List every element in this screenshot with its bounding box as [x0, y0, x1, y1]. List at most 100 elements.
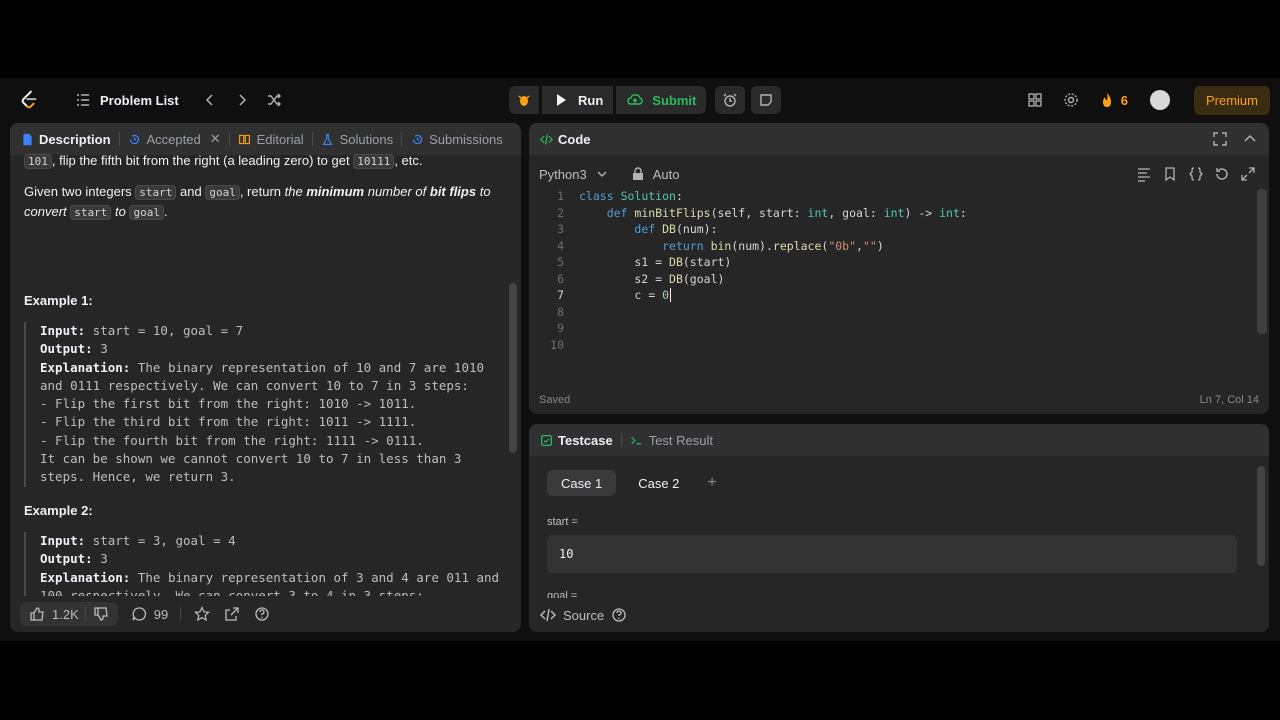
problem-list-label: Problem List [100, 92, 179, 108]
testcase-scrollbar[interactable] [1257, 466, 1265, 566]
shuffle-icon[interactable] [265, 91, 283, 109]
share-icon[interactable] [223, 605, 241, 623]
case-2-tab[interactable]: Case 2 [624, 470, 693, 496]
tab-description[interactable]: Description [20, 132, 111, 147]
saved-status: Saved [539, 394, 571, 406]
layout-grid-icon[interactable] [1026, 91, 1044, 109]
streak-count: 6 [1120, 92, 1128, 108]
code-line: 4 return bin(num).replace("0b","") [529, 239, 1257, 256]
divider [180, 607, 182, 621]
example-1-title: Example 1: [24, 292, 93, 308]
code-editor[interactable]: 1 class Solution: 2 def minBitFlips(self,… [529, 189, 1257, 379]
description-text: bit flips [429, 183, 477, 199]
testcase-panel: Testcase Test Result Case 1 Case 2 + sta… [529, 424, 1269, 632]
history-icon [410, 132, 424, 146]
close-icon[interactable]: ✕ [210, 131, 221, 147]
debug-button[interactable] [509, 86, 539, 114]
tab-description-label: Description [39, 131, 111, 147]
line-number: 9 [557, 321, 564, 335]
language-label: Python3 [539, 166, 587, 182]
comments-button[interactable]: 99 [130, 605, 168, 623]
tab-divider [620, 433, 622, 447]
source-button[interactable]: Source [563, 608, 604, 623]
tab-test-result[interactable]: Test Result [630, 433, 713, 448]
description-panel: Description Accepted ✕ Editorial Solutio… [10, 123, 521, 632]
chevron-left-icon[interactable] [201, 91, 219, 109]
description-text: . [163, 204, 168, 219]
line-number: 1 [557, 189, 564, 203]
leetcode-logo-icon[interactable] [18, 89, 40, 111]
braces-icon[interactable] [1187, 165, 1205, 183]
description-paragraph: Given two integers start and goal, retur… [24, 182, 505, 223]
reset-icon[interactable] [1213, 165, 1231, 183]
tab-code-label: Code [558, 131, 591, 147]
code-line: 1 class Solution: [529, 189, 1257, 206]
description-scrollbar[interactable] [509, 283, 517, 453]
avatar[interactable] [1149, 90, 1170, 110]
tab-editorial[interactable]: Editorial [238, 132, 304, 147]
tab-submissions[interactable]: Submissions [410, 132, 503, 147]
star-icon[interactable] [193, 605, 211, 623]
list-icon [74, 91, 92, 109]
case-1-tab[interactable]: Case 1 [547, 470, 617, 496]
source-bar: Source [529, 598, 1269, 632]
problem-list-button[interactable]: Problem List [74, 91, 179, 109]
example-2-block: Input: start = 3, goal = 4 Output: 3 Exp… [24, 532, 505, 596]
example-output: 3 [92, 551, 108, 567]
chevron-right-icon[interactable] [233, 91, 251, 109]
chevron-up-icon[interactable] [1241, 130, 1259, 148]
submit-button[interactable]: Submit [616, 86, 707, 114]
like-button[interactable]: 1.2K [20, 602, 118, 626]
description-text: to [111, 204, 130, 219]
auto-mode[interactable]: Auto [629, 165, 679, 183]
top-nav: Problem List Run Submit 6 Premium [0, 78, 1280, 122]
code-line: 9 [529, 321, 1257, 338]
description-text: number of [364, 183, 430, 199]
code-line-text: s2 = DB(goal) [579, 271, 725, 286]
like-count: 1.2K [52, 606, 79, 622]
format-icon[interactable] [1135, 165, 1153, 183]
line-number: 4 [557, 238, 564, 253]
editor-scrollbar[interactable] [1257, 189, 1267, 334]
code-line: 5 s1 = DB(start) [529, 255, 1257, 272]
description-text: minimum [306, 183, 365, 199]
notes-button[interactable] [751, 86, 782, 114]
code-icon [539, 132, 553, 146]
example-explanation-label: Explanation: [40, 569, 131, 585]
checkbox-icon [539, 433, 553, 447]
language-select[interactable]: Python3 [539, 165, 611, 183]
code-line-text: c = 0 [579, 288, 672, 302]
description-text: the [284, 183, 307, 199]
run-button[interactable]: Run [542, 86, 614, 114]
comment-icon [130, 605, 148, 623]
example-input-label: Input: [40, 533, 86, 549]
start-input[interactable]: 10 [547, 535, 1237, 573]
line-number: 3 [557, 222, 564, 236]
example-explanation: The binary representation of 10 and 7 ar… [40, 359, 485, 485]
tab-accepted[interactable]: Accepted ✕ [128, 131, 221, 147]
tab-test-result-label: Test Result [648, 432, 713, 448]
line-number: 7 [557, 288, 564, 302]
help-icon[interactable] [253, 605, 271, 623]
expand-icon[interactable] [1239, 165, 1257, 183]
thumbs-down-icon[interactable] [92, 605, 110, 623]
alarm-clock-icon [722, 91, 738, 109]
streak-counter[interactable]: 6 [1098, 91, 1128, 109]
tab-testcase[interactable]: Testcase [539, 433, 613, 448]
premium-button[interactable]: Premium [1193, 85, 1270, 115]
inline-code: start [135, 184, 177, 200]
tab-submissions-label: Submissions [429, 131, 503, 147]
fullscreen-icon[interactable] [1211, 130, 1229, 148]
tab-code[interactable]: Code [539, 132, 591, 147]
start-label: start = [547, 516, 578, 528]
tab-solutions[interactable]: Solutions [321, 132, 393, 147]
add-case-button[interactable]: + [701, 470, 722, 496]
help-icon[interactable] [610, 606, 628, 624]
gear-icon[interactable] [1062, 91, 1080, 109]
terminal-icon [630, 433, 644, 447]
bookmark-icon[interactable] [1161, 165, 1179, 183]
example-output: 3 [92, 341, 108, 357]
timer-button[interactable] [715, 86, 746, 114]
code-line: 7 c = 0 [529, 288, 1257, 305]
